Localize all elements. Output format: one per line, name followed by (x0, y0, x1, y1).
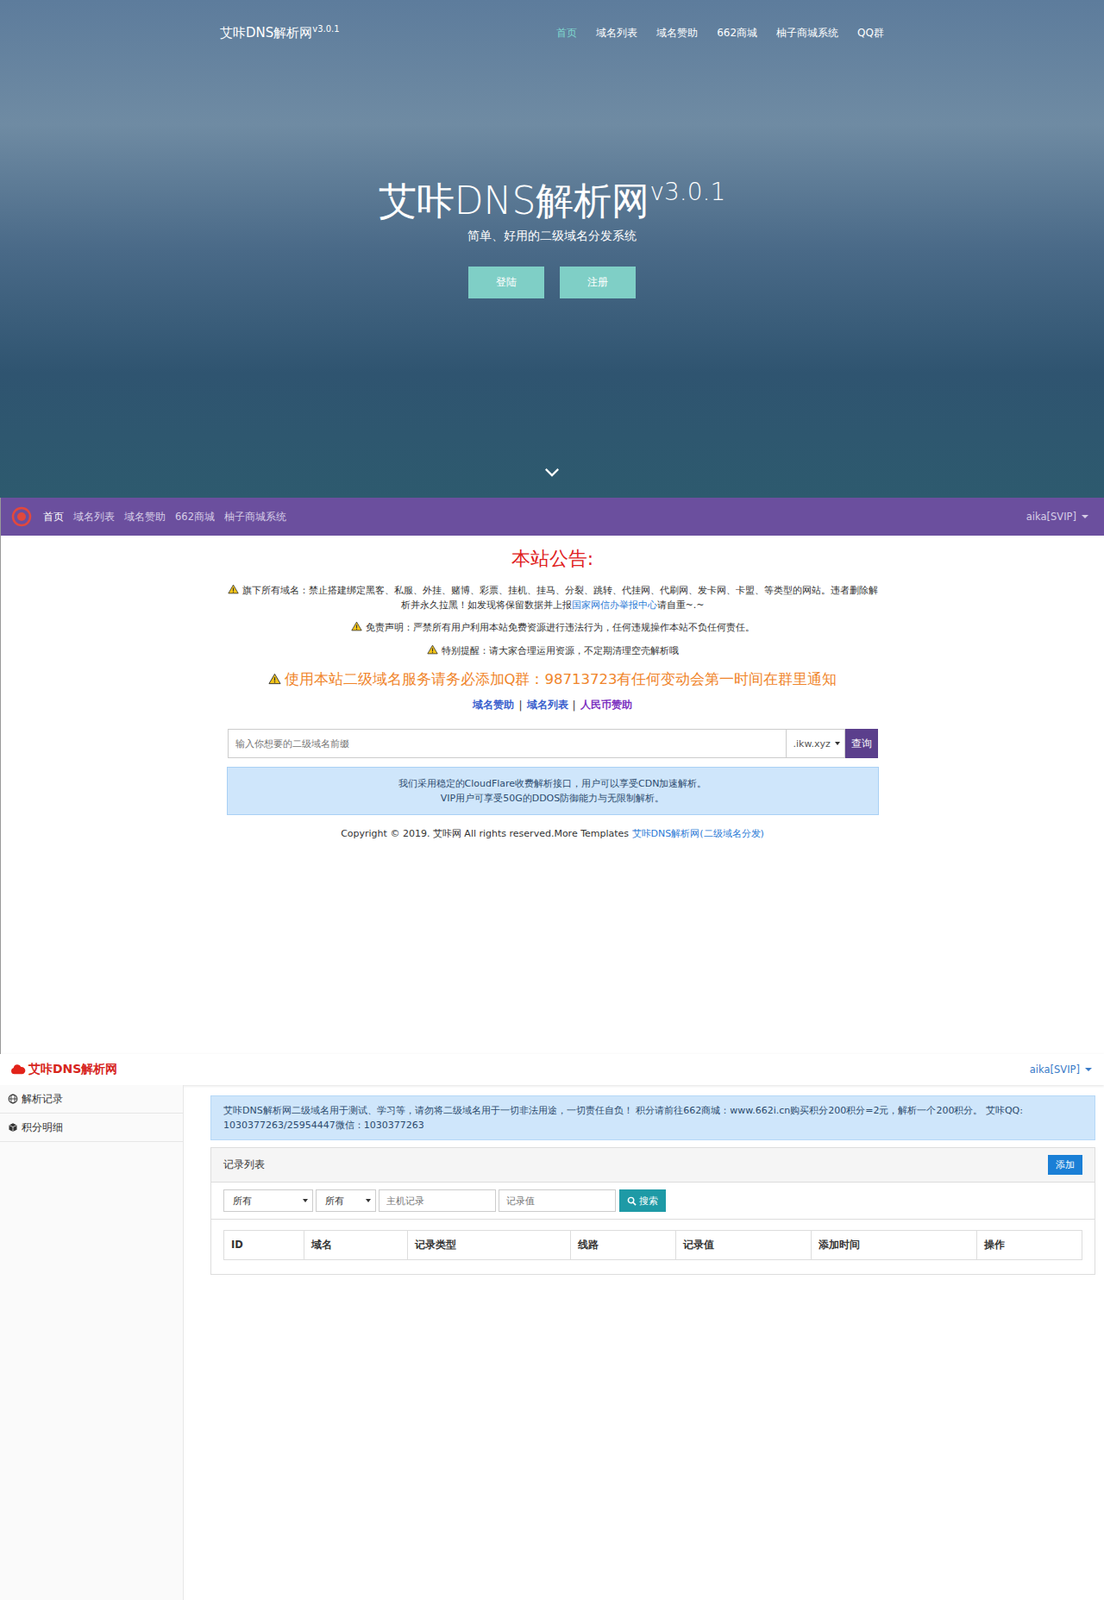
card-header: 记录列表 添加 (211, 1147, 1095, 1183)
dropdown-icon (365, 1198, 371, 1203)
search-icon (627, 1196, 637, 1206)
column-header: 添加时间 (810, 1230, 977, 1260)
hero-button[interactable]: 注册 (559, 266, 636, 299)
panel-section: 艾咔DNS解析网 aika[SVIP] 解析记录 积分明细 艾咔DNS解析网二级… (0, 1053, 1104, 1600)
report-link[interactable]: 国家网信办举报中心 (571, 599, 658, 611)
info-line: 我们采用稳定的CloudFlare收费解析接口，用户可以享受CDN加速解析。 (234, 776, 872, 791)
domain-search: .ikw.xyz 查询 (227, 728, 879, 759)
main-content: 艾咔DNS解析网二级域名用于测试、学习等，请勿将二级域名用于一切非法用途，一切责… (183, 1085, 1104, 1600)
records-card: 记录列表 添加 所有 所有 搜索 ID域名记录类型线路记录值添加时间操作 (210, 1147, 1096, 1275)
user-menu[interactable]: aika[SVIP] (1026, 510, 1089, 523)
panel-body: 解析记录 积分明细 艾咔DNS解析网二级域名用于测试、学习等，请勿将二级域名用于… (0, 1085, 1104, 1600)
add-button[interactable]: 添加 (1047, 1154, 1083, 1175)
warning-icon (426, 644, 439, 655)
globe-icon (7, 1093, 19, 1104)
column-header: 操作 (976, 1230, 1082, 1260)
caret-icon (1081, 514, 1089, 519)
cube-icon (7, 1122, 19, 1133)
hero: 艾咔DNS解析网v3.0.1 首页域名列表域名赞助662商城柚子商城系统QQ群 … (0, 0, 1104, 498)
hero-version: v3.0.1 (649, 177, 726, 207)
nav-link[interactable]: 域名赞助 (656, 25, 698, 41)
notice-line: 特别提醒：请大家合理运用资源，不定期清理空壳解析哦 (426, 644, 679, 659)
panel-topbar: 艾咔DNS解析网 aika[SVIP] (0, 1053, 1104, 1086)
info-box: 我们采用稳定的CloudFlare收费解析接口，用户可以享受CDN加速解析。VI… (226, 766, 879, 816)
type-select[interactable]: 所有 (223, 1189, 314, 1212)
hero-button[interactable]: 登陆 (468, 266, 545, 299)
line-select[interactable]: 所有 (315, 1189, 377, 1212)
sidebar-item[interactable]: 解析记录 (0, 1085, 183, 1114)
quick-link[interactable]: 域名列表 (526, 697, 569, 713)
user-menu[interactable]: aika[SVIP] (1029, 1063, 1092, 1076)
hero-logo[interactable]: 艾咔DNS解析网v3.0.1 (219, 24, 340, 42)
query-button[interactable]: 查询 (845, 728, 879, 759)
info-line: VIP用户可享受50G的DDOS防御能力与无限制解析。 (234, 790, 872, 806)
chevron-down-icon[interactable] (544, 467, 560, 477)
home-section: 首页域名列表域名赞助662商城柚子商城系统 aika[SVIP] 本站公告: 旗… (0, 497, 1104, 1054)
page: 艾咔DNS解析网v3.0.1 首页域名列表域名赞助662商城柚子商城系统QQ群 … (0, 0, 1104, 1600)
table-header: ID域名记录类型线路记录值添加时间操作 (223, 1229, 1083, 1261)
links-row: 域名赞助| 域名列表| 人民币赞助 (472, 697, 632, 713)
hero-center: 艾咔DNS解析网v3.0.1 简单、好用的二级域名分发系统 登陆注册 (378, 177, 727, 299)
nav-link[interactable]: 域名列表 (595, 25, 638, 41)
quick-link[interactable]: 域名赞助 (472, 697, 515, 713)
sidebar: 解析记录 积分明细 (0, 1085, 184, 1600)
warning-icon (351, 621, 363, 632)
separator: | (518, 699, 522, 712)
value-input[interactable] (498, 1189, 616, 1212)
cloud-icon (10, 1064, 26, 1075)
quick-link[interactable]: 人民币赞助 (580, 697, 633, 713)
separator: | (572, 699, 577, 712)
panel-logo[interactable]: 艾咔DNS解析网 (10, 1061, 118, 1078)
home-body: 本站公告: 旗下所有域名：禁止搭建绑定黑客、私服、外挂、赌博、彩票、挂机、挂马、… (225, 535, 881, 850)
suffix-select[interactable]: .ikw.xyz (786, 728, 846, 759)
nav-link[interactable]: 域名赞助 (124, 510, 166, 524)
records-table: ID域名记录类型线路记录值添加时间操作 (211, 1219, 1095, 1268)
notice-title: 本站公告: (511, 545, 594, 572)
hero-subtitle: 简单、好用的二级域名分发系统 (467, 228, 637, 245)
hero-title: 艾咔DNS解析网v3.0.1 (378, 177, 727, 224)
nav-link[interactable]: 柚子商城系统 (776, 25, 839, 41)
notice-line: 旗下所有域名：禁止搭建绑定黑客、私服、外挂、赌博、彩票、挂机、挂马、分裂、跳转、… (225, 583, 881, 613)
warning-icon (227, 583, 239, 595)
nav-link[interactable]: QQ群 (857, 25, 885, 41)
group-notice: 使用本站二级域名服务请务必添加Q群：98713723有任何变动会第一时间在群里通… (268, 670, 838, 690)
alert: 艾咔DNS解析网二级域名用于测试、学习等，请勿将二级域名用于一切非法用途，一切责… (210, 1095, 1096, 1141)
dropdown-icon (834, 741, 841, 746)
nav-link[interactable]: 662商城 (175, 510, 215, 524)
filters: 所有 所有 搜索 (211, 1182, 1095, 1220)
column-header: 记录值 (675, 1230, 811, 1260)
hero-nav: 艾咔DNS解析网v3.0.1 首页 域名列表 域名赞助 662商城 柚子商城系统 QQ群 (219, 0, 885, 42)
dns-logo-icon[interactable] (11, 506, 32, 527)
card-title: 记录列表 (223, 1158, 265, 1172)
column-header: 记录类型 (407, 1230, 571, 1260)
warning-icon (268, 672, 282, 685)
top-nav: 首页域名列表域名赞助 662商城柚子商城系统 aika[SVIP] (0, 497, 1104, 536)
nav-link[interactable]: 柚子商城系统 (224, 510, 287, 524)
column-header: ID (224, 1230, 304, 1260)
hero-buttons: 登陆注册 (468, 266, 636, 299)
host-input[interactable] (378, 1189, 496, 1212)
dropdown-icon (302, 1198, 308, 1203)
sidebar-item[interactable]: 积分明细 (0, 1113, 183, 1142)
notice-line: 免责声明：严禁所有用户利用本站免费资源进行违法行为，任何违规操作本站不负任何责任… (351, 621, 755, 636)
hero-links: 首页 域名列表 域名赞助 662商城 柚子商城系统 QQ群 (556, 25, 885, 41)
nav-link[interactable]: 662商城 (716, 25, 758, 41)
caret-icon (1085, 1067, 1092, 1072)
nav-left: 首页域名列表域名赞助 662商城柚子商城系统 (11, 506, 287, 527)
domain-input[interactable] (227, 728, 787, 759)
search-button[interactable]: 搜索 (619, 1189, 666, 1212)
column-header: 线路 (570, 1230, 676, 1260)
nav-link[interactable]: 首页 (43, 510, 64, 524)
copyright-link[interactable]: 艾咔DNS解析网(二级域名分发) (632, 828, 765, 840)
nav-link[interactable]: 首页 (556, 25, 578, 41)
logo-version: v3.0.1 (312, 24, 339, 34)
column-header: 域名 (303, 1230, 408, 1260)
copyright: Copyright © 2019. 艾咔网 All rights reserve… (340, 827, 765, 841)
nav-link[interactable]: 域名列表 (73, 510, 115, 524)
